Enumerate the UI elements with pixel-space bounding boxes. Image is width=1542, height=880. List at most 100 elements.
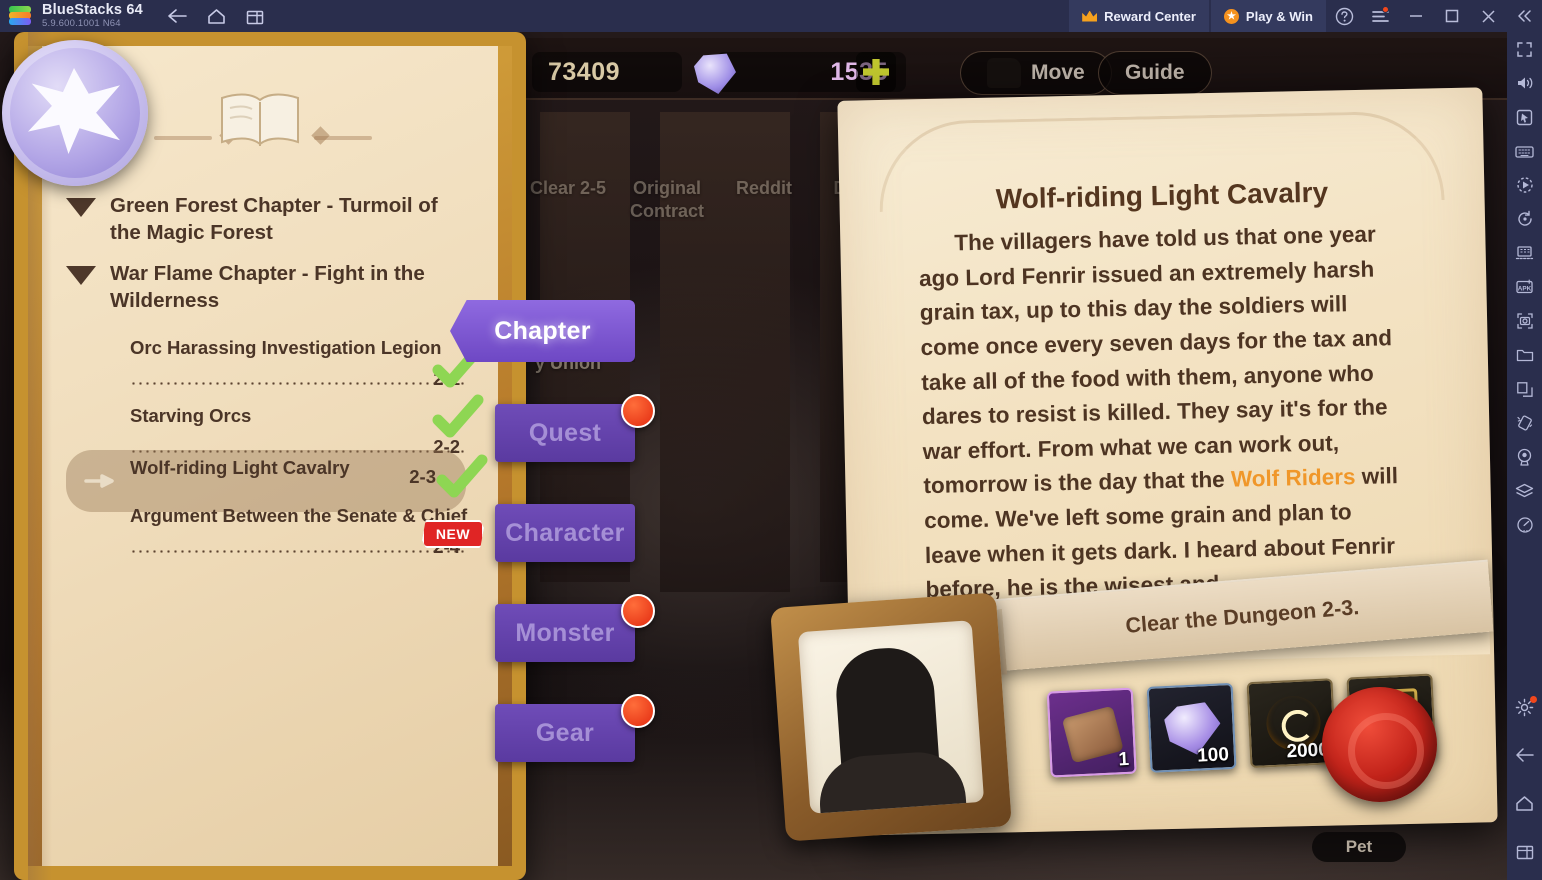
check-icon	[432, 394, 484, 438]
shake-icon[interactable]	[1507, 406, 1542, 440]
pet-label: Pet	[1345, 837, 1373, 856]
recent-apps-icon[interactable]	[1507, 834, 1542, 868]
quest-name: Starving Orcs	[130, 405, 252, 426]
quest-dot-leader	[130, 382, 466, 385]
check-icon	[436, 454, 488, 498]
tab-label: Character	[505, 518, 625, 547]
guide-label: Guide	[1125, 61, 1185, 84]
chapter-title: Green Forest Chapter - Turmoil of the Ma…	[110, 194, 438, 245]
play-and-win-label: Play & Win	[1245, 8, 1313, 24]
gold-amount: 73409	[548, 57, 621, 86]
triangle-down-icon[interactable]	[66, 266, 96, 285]
tab-label: Quest	[528, 418, 602, 447]
copy-paste-icon[interactable]	[1507, 372, 1542, 406]
tab-gear[interactable]: Gear	[495, 694, 655, 762]
triangle-down-icon[interactable]	[66, 198, 96, 217]
layers-icon[interactable]	[1507, 474, 1542, 508]
tab-chapter[interactable]: Chapter	[450, 300, 635, 362]
titlebar-right-group: Reward Center ★ Play & Win	[1069, 0, 1542, 32]
reward-item-gem[interactable]: 100	[1146, 682, 1237, 773]
bluestacks-logo-icon	[9, 6, 31, 26]
tab-label: Monster	[515, 618, 615, 647]
character-portrait[interactable]	[770, 592, 1012, 842]
chapter-title: War Flame Chapter - Fight in the Wildern…	[110, 262, 425, 313]
chapter-book-panel: Green Forest Chapter - Turmoil of the Ma…	[2, 32, 526, 880]
tab-monster[interactable]: Monster	[495, 594, 655, 662]
bg-label-reddit[interactable]: Reddit	[722, 177, 806, 200]
home-icon[interactable]	[207, 8, 226, 25]
settings-notification-dot	[1530, 696, 1537, 703]
chapter-header-1[interactable]: War Flame Chapter - Fight in the Wildern…	[66, 260, 446, 315]
collapse-icon[interactable]	[1506, 0, 1542, 32]
notification-dot	[621, 694, 655, 728]
svg-text:APK: APK	[1518, 286, 1532, 293]
add-currency-button[interactable]	[856, 52, 896, 92]
scroll-item-icon	[1061, 705, 1124, 764]
bg-label-clear-2-5[interactable]: Clear 2-5	[518, 177, 618, 200]
reward-count: 100	[1196, 744, 1230, 767]
move-button[interactable]: Move	[960, 51, 1112, 95]
chapter-header-0[interactable]: Green Forest Chapter - Turmoil of the Ma…	[66, 192, 446, 247]
crown-icon	[1082, 11, 1097, 22]
quest-row-argument-senate-chief[interactable]: Argument Between the Senate & Chief 2-4 …	[66, 498, 484, 560]
multi-instance-manager-icon[interactable]	[1507, 236, 1542, 270]
screenshot-icon[interactable]	[1507, 304, 1542, 338]
quest-stage: 2-3	[409, 466, 436, 487]
gold-currency[interactable]: 73409	[532, 52, 682, 92]
reward-item-scroll[interactable]: 1	[1046, 687, 1137, 778]
notification-dot	[621, 394, 655, 428]
game-viewport[interactable]: 73409 1535 Move Guide Clear 2-5 Original…	[0, 32, 1507, 880]
reward-center-button[interactable]: Reward Center	[1069, 0, 1209, 32]
install-apk-icon[interactable]: APK	[1507, 270, 1542, 304]
wolf-riders-highlight: Wolf Riders	[1230, 464, 1356, 493]
title-bar: BlueStacks 64 5.9.600.1001 N64 Reward Ce…	[0, 0, 1542, 32]
portrait-inner	[797, 620, 985, 814]
pet-button[interactable]: Pet	[1312, 832, 1406, 862]
close-icon[interactable]	[1470, 0, 1506, 32]
tab-label: Chapter	[494, 316, 591, 345]
quest-name: Orc Harassing Investigation Legion	[130, 337, 442, 358]
reward-count: 1	[1117, 748, 1130, 771]
app-title-group: BlueStacks 64 5.9.600.1001 N64	[42, 2, 143, 30]
performance-meter-icon[interactable]	[1507, 508, 1542, 542]
volume-icon[interactable]	[1507, 66, 1542, 100]
cursor-pointer-icon[interactable]	[1507, 100, 1542, 134]
character-portrait-silhouette	[833, 645, 941, 792]
maximize-icon[interactable]	[1434, 0, 1470, 32]
tab-label: Gear	[535, 718, 595, 747]
minimize-icon[interactable]	[1398, 0, 1434, 32]
guide-button[interactable]: Guide	[1098, 51, 1212, 95]
tab-quest[interactable]: Quest	[495, 394, 655, 462]
quest-row-orc-harassing[interactable]: Orc Harassing Investigation Legion 2-1	[66, 330, 484, 392]
multi-instance-icon[interactable]	[246, 8, 264, 25]
hamburger-menu-icon[interactable]	[1362, 0, 1398, 32]
guild-emblem-icon	[2, 40, 148, 186]
play-and-win-button[interactable]: ★ Play & Win	[1210, 0, 1326, 32]
macro-record-icon[interactable]	[1507, 168, 1542, 202]
open-book-icon	[221, 93, 299, 146]
keyboard-controls-icon[interactable]	[1507, 134, 1542, 168]
quest-detail-body: The villagers have told us that one year…	[918, 217, 1416, 608]
media-folder-icon[interactable]	[1507, 338, 1542, 372]
location-pin-icon[interactable]	[1507, 440, 1542, 474]
home-icon[interactable]	[1507, 786, 1542, 820]
settings-gear-icon[interactable]	[1507, 690, 1542, 724]
menu-notification-dot	[1382, 6, 1389, 13]
quest-name: Argument Between the Senate & Chief	[130, 505, 468, 526]
app-version: 5.9.600.1001 N64	[42, 18, 121, 30]
back-arrow-icon[interactable]	[1507, 738, 1542, 772]
nav-buttons	[167, 8, 264, 25]
back-arrow-icon[interactable]	[167, 8, 187, 24]
wax-seal-icon	[1322, 687, 1437, 802]
body-text-part1: The villagers have told us that one year…	[918, 221, 1393, 499]
quest-dot-leader	[130, 550, 466, 553]
bluestacks-sidebar: APK	[1507, 32, 1542, 880]
reward-center-label: Reward Center	[1104, 8, 1196, 24]
objective-text: Clear the Dungeon 2-3.	[1124, 594, 1360, 638]
fullscreen-icon[interactable]	[1507, 32, 1542, 66]
tab-character[interactable]: Character	[495, 504, 635, 562]
menu-tabs: Chapter Quest Character Monster Gear	[450, 300, 695, 804]
sync-rotate-icon[interactable]	[1507, 202, 1542, 236]
bg-label-original-contract[interactable]: Original Contract	[612, 177, 722, 222]
help-icon[interactable]	[1326, 0, 1362, 32]
